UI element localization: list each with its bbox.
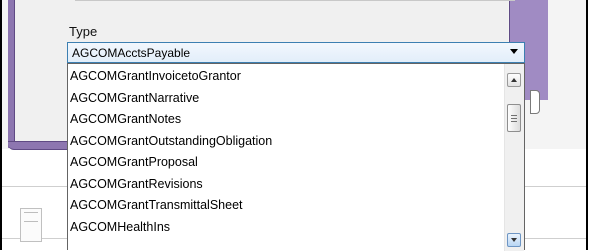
document-icon: [20, 208, 42, 242]
list-item[interactable]: AGCOMGrantRevisions: [68, 174, 505, 196]
scrollbar-thumb[interactable]: [507, 104, 521, 132]
list-item[interactable]: AGCOMGrantNarrative: [68, 88, 505, 110]
list-item[interactable]: AGCOMGrantNotes: [68, 109, 505, 131]
window-border-left: [8, 0, 15, 148]
type-dropdown-list[interactable]: AGCOMGrantInvoicetoGrantor AGCOMGrantNar…: [67, 63, 525, 251]
scroll-up-button[interactable]: [507, 73, 521, 87]
divider: [75, 0, 515, 1]
window-edge-button: [530, 90, 540, 114]
arrow-up-icon: [511, 78, 517, 82]
list-item[interactable]: AGCOMGrantProposal: [68, 152, 505, 174]
type-combobox[interactable]: AGCOMAcctsPayable: [67, 42, 525, 63]
list-item[interactable]: AGCOMGrantOutstandingObligation: [68, 131, 505, 153]
option-list: AGCOMGrantInvoicetoGrantor AGCOMGrantNar…: [68, 66, 505, 238]
arrow-down-icon: [511, 238, 517, 242]
chevron-down-icon[interactable]: [510, 49, 518, 54]
type-label: Type: [69, 24, 98, 39]
grip-icon: [511, 121, 517, 122]
type-selected-value: AGCOMAcctsPayable: [72, 46, 191, 60]
grip-icon: [511, 115, 517, 116]
list-item[interactable]: AGCOMGrantTransmittalSheet: [68, 195, 505, 217]
frame-right-edge: [586, 0, 588, 250]
list-item[interactable]: AGCOMHealthIns: [68, 217, 505, 239]
grip-icon: [511, 118, 517, 119]
list-item[interactable]: AGCOMGrantInvoicetoGrantor: [68, 66, 505, 88]
scroll-down-button[interactable]: [507, 233, 521, 247]
vertical-scrollbar[interactable]: [504, 64, 524, 251]
